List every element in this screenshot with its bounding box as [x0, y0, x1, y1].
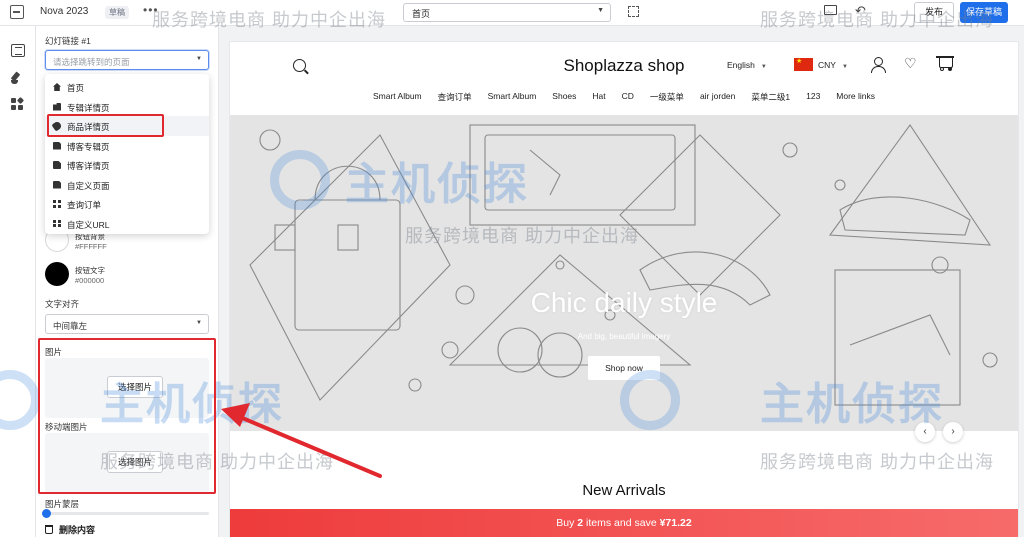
annotation-arrow [221, 403, 382, 478]
